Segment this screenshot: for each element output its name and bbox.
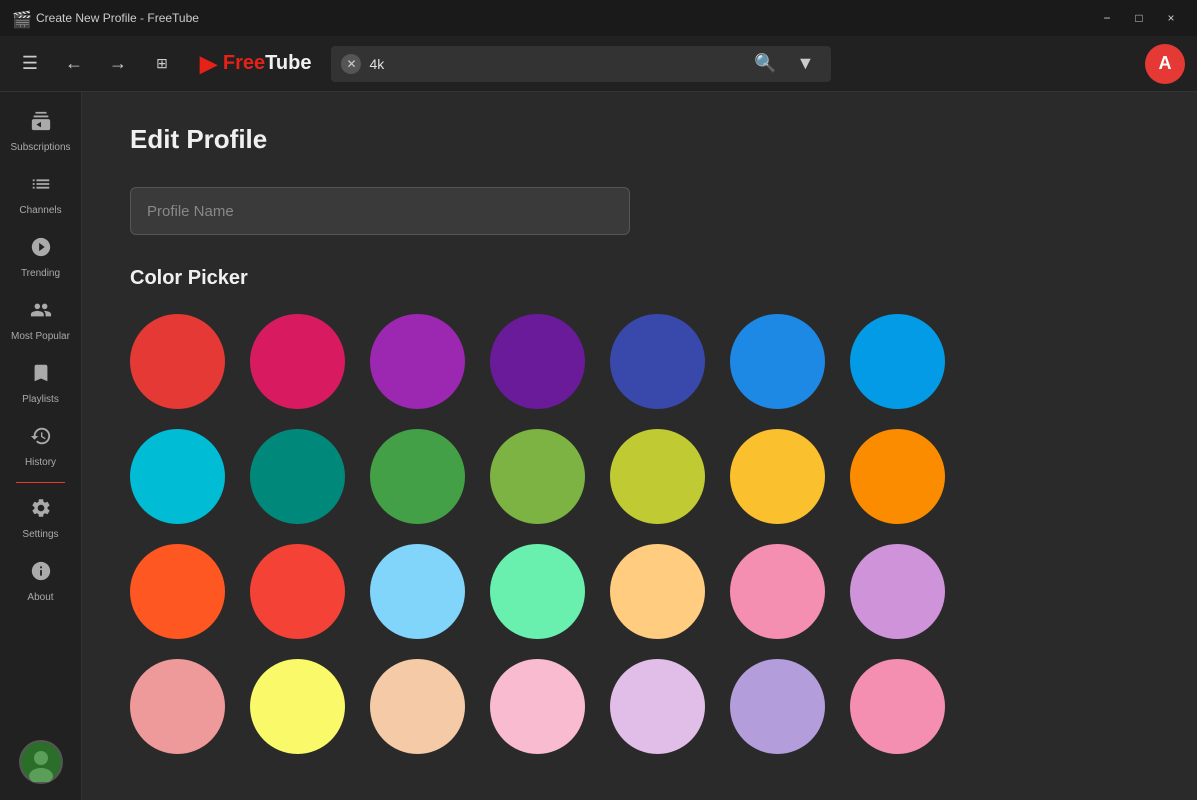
search-icon: 🔍 <box>754 53 776 74</box>
sidebar-item-settings[interactable]: Settings <box>0 487 81 550</box>
color-circle-5[interactable] <box>730 314 825 409</box>
color-circle-17[interactable] <box>490 544 585 639</box>
settings-label: Settings <box>22 529 58 540</box>
search-value: 4k <box>369 56 741 72</box>
color-circle-8[interactable] <box>250 429 345 524</box>
color-circle-15[interactable] <box>250 544 345 639</box>
filter-icon: ▼ <box>797 53 815 74</box>
color-circle-12[interactable] <box>730 429 825 524</box>
about-icon <box>30 560 52 588</box>
color-circle-20[interactable] <box>850 544 945 639</box>
forward-icon: → <box>109 53 127 74</box>
most-popular-icon <box>30 299 52 327</box>
trending-icon <box>30 236 52 264</box>
sidebar-profile-picture[interactable] <box>19 740 63 784</box>
color-grid <box>130 314 1149 754</box>
subscriptions-label: Subscriptions <box>10 142 70 153</box>
back-icon: ← <box>65 53 83 74</box>
titlebar: 🎬 Create New Profile - FreeTube − □ × <box>0 0 1197 36</box>
back-button[interactable]: ← <box>56 46 92 82</box>
color-circle-9[interactable] <box>370 429 465 524</box>
sidebar: Subscriptions Channels Trending Most Pop… <box>0 92 82 800</box>
color-circle-11[interactable] <box>610 429 705 524</box>
about-label: About <box>27 592 53 603</box>
sidebar-item-channels[interactable]: Channels <box>0 163 81 226</box>
channels-icon <box>30 173 52 201</box>
color-circle-2[interactable] <box>370 314 465 409</box>
logo-icon: ▶ <box>200 51 217 77</box>
color-circle-23[interactable] <box>370 659 465 754</box>
content-area: Edit Profile Color Picker <box>82 92 1197 800</box>
close-button[interactable]: × <box>1157 8 1185 28</box>
menu-button[interactable]: ☰ <box>12 46 48 82</box>
color-circle-18[interactable] <box>610 544 705 639</box>
most-popular-label: Most Popular <box>11 331 70 342</box>
color-circle-26[interactable] <box>730 659 825 754</box>
color-circle-7[interactable] <box>130 429 225 524</box>
filter-button[interactable]: ▼ <box>789 48 821 80</box>
color-circle-25[interactable] <box>610 659 705 754</box>
toolbar: ☰ ← → ⊞ ▶ FreeTube ✕ 4k 🔍 ▼ A <box>0 36 1197 92</box>
page-title: Edit Profile <box>130 124 1149 155</box>
history-label: History <box>25 457 56 468</box>
color-circle-4[interactable] <box>610 314 705 409</box>
copy-icon: ⊞ <box>156 55 168 72</box>
sidebar-item-most-popular[interactable]: Most Popular <box>0 289 81 352</box>
sidebar-item-about[interactable]: About <box>0 550 81 613</box>
main-layout: Subscriptions Channels Trending Most Pop… <box>0 92 1197 800</box>
color-circle-6[interactable] <box>850 314 945 409</box>
color-picker-label: Color Picker <box>130 267 1149 290</box>
color-circle-14[interactable] <box>130 544 225 639</box>
maximize-button[interactable]: □ <box>1125 8 1153 28</box>
color-circle-10[interactable] <box>490 429 585 524</box>
color-circle-22[interactable] <box>250 659 345 754</box>
sidebar-item-subscriptions[interactable]: Subscriptions <box>0 100 81 163</box>
logo: ▶ FreeTube <box>200 51 311 77</box>
history-icon <box>30 425 52 453</box>
sidebar-item-playlists[interactable]: Playlists <box>0 352 81 415</box>
sidebar-item-history[interactable]: History <box>0 415 81 478</box>
forward-button[interactable]: → <box>100 46 136 82</box>
color-circle-21[interactable] <box>130 659 225 754</box>
minimize-button[interactable]: − <box>1093 8 1121 28</box>
profile-avatar[interactable]: A <box>1145 44 1185 84</box>
sidebar-divider <box>16 482 65 483</box>
menu-icon: ☰ <box>22 53 38 74</box>
color-circle-13[interactable] <box>850 429 945 524</box>
color-circle-0[interactable] <box>130 314 225 409</box>
copy-button[interactable]: ⊞ <box>144 46 180 82</box>
color-circle-16[interactable] <box>370 544 465 639</box>
trending-label: Trending <box>21 268 60 279</box>
logo-text: FreeTube <box>223 52 312 75</box>
window-title: Create New Profile - FreeTube <box>36 11 1085 25</box>
settings-icon <box>30 497 52 525</box>
color-circle-24[interactable] <box>490 659 585 754</box>
playlists-icon <box>30 362 52 390</box>
color-circle-19[interactable] <box>730 544 825 639</box>
sidebar-item-trending[interactable]: Trending <box>0 226 81 289</box>
playlists-label: Playlists <box>22 394 59 405</box>
channels-label: Channels <box>19 205 61 216</box>
search-button[interactable]: 🔍 <box>749 48 781 80</box>
search-clear-button[interactable]: ✕ <box>341 54 361 74</box>
color-circle-3[interactable] <box>490 314 585 409</box>
window-controls: − □ × <box>1093 8 1185 28</box>
profile-name-input[interactable] <box>130 187 630 235</box>
subscriptions-icon <box>30 110 52 138</box>
color-circle-27[interactable] <box>850 659 945 754</box>
app-icon: 🎬 <box>12 10 28 26</box>
search-bar: ✕ 4k 🔍 ▼ <box>331 46 831 82</box>
color-circle-1[interactable] <box>250 314 345 409</box>
